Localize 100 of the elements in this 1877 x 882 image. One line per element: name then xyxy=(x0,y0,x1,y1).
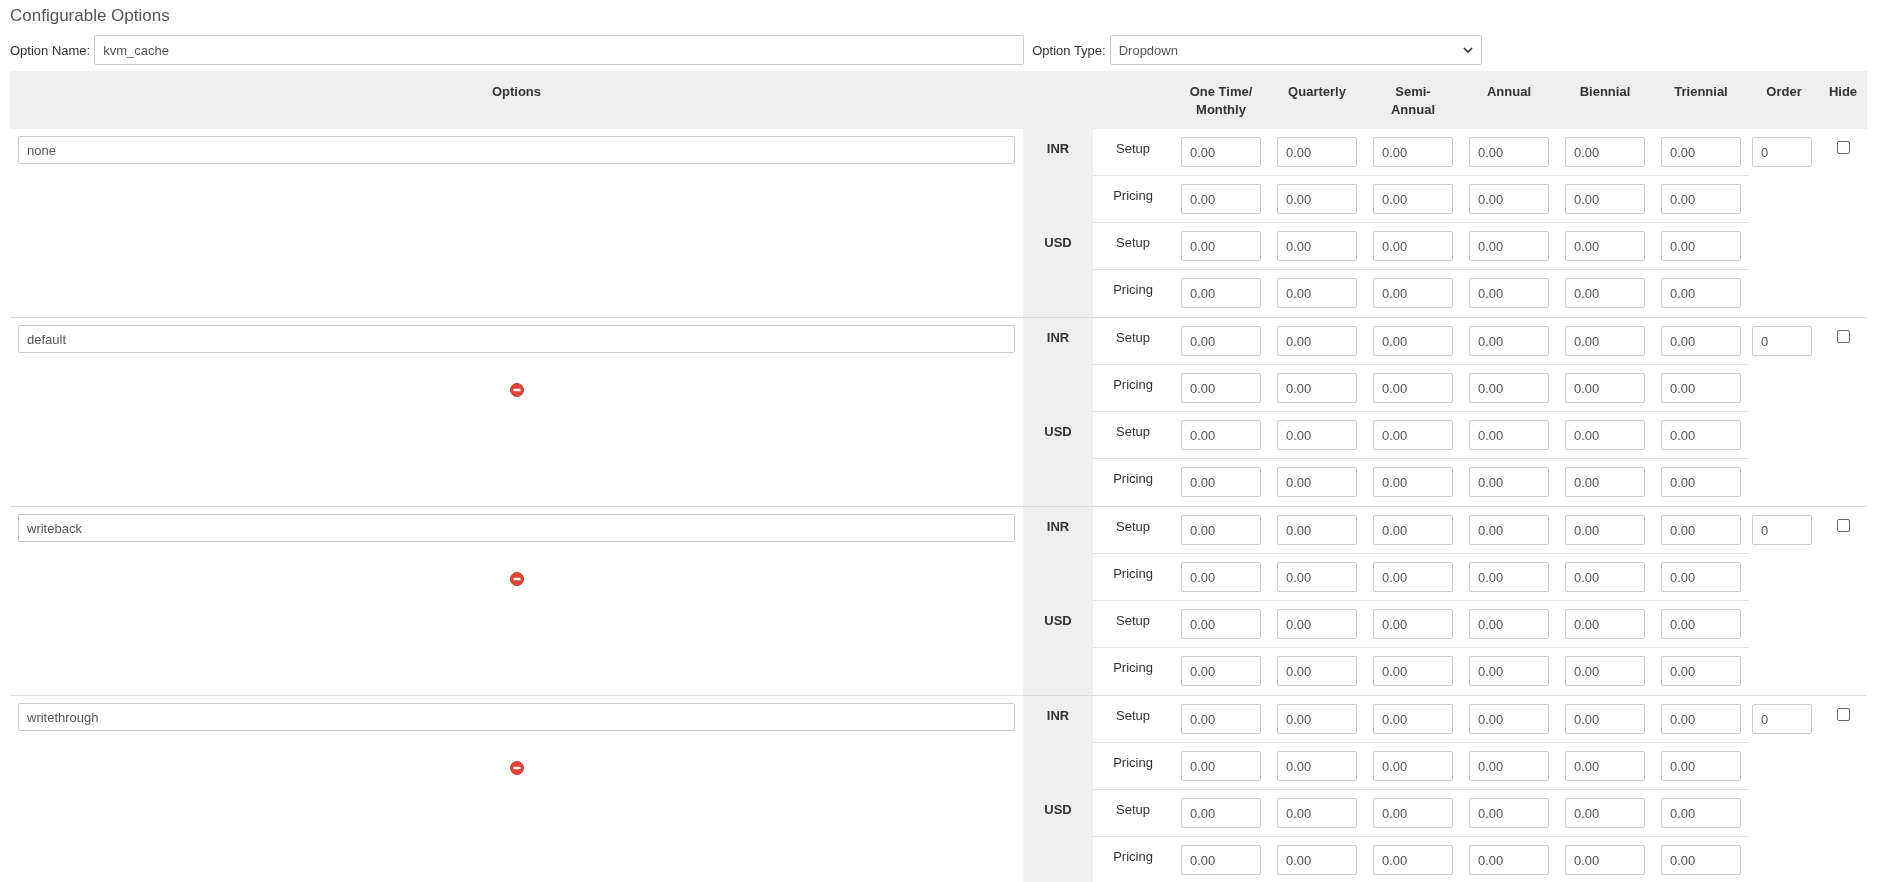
price-field[interactable]: 0.00 xyxy=(1373,751,1453,781)
price-field[interactable]: 0.00 xyxy=(1181,231,1261,261)
price-field[interactable]: 0.00 xyxy=(1469,231,1549,261)
price-field[interactable]: 0.00 xyxy=(1277,467,1357,497)
price-field[interactable]: 0.00 xyxy=(1565,467,1645,497)
price-field[interactable]: 0.00 xyxy=(1277,562,1357,592)
price-field[interactable]: 0.00 xyxy=(1277,656,1357,686)
hide-checkbox[interactable] xyxy=(1836,330,1850,343)
order-field[interactable]: 0 xyxy=(1752,326,1812,356)
price-field[interactable]: 0.00 xyxy=(1373,231,1453,261)
option-value-field[interactable]: none xyxy=(18,136,1015,164)
price-field[interactable]: 0.00 xyxy=(1373,515,1453,545)
option-value-field[interactable]: default xyxy=(18,325,1015,353)
price-field[interactable]: 0.00 xyxy=(1373,845,1453,875)
price-field[interactable]: 0.00 xyxy=(1565,231,1645,261)
price-field[interactable]: 0.00 xyxy=(1373,278,1453,308)
price-field[interactable]: 0.00 xyxy=(1469,184,1549,214)
price-field[interactable]: 0.00 xyxy=(1373,373,1453,403)
price-field[interactable]: 0.00 xyxy=(1277,751,1357,781)
price-field[interactable]: 0.00 xyxy=(1277,798,1357,828)
price-field[interactable]: 0.00 xyxy=(1469,751,1549,781)
price-field[interactable]: 0.00 xyxy=(1277,231,1357,261)
price-field[interactable]: 0.00 xyxy=(1373,798,1453,828)
option-value-field[interactable]: writeback xyxy=(18,514,1015,542)
price-field[interactable]: 0.00 xyxy=(1181,751,1261,781)
price-field[interactable]: 0.00 xyxy=(1661,515,1741,545)
price-field[interactable]: 0.00 xyxy=(1181,420,1261,450)
price-field[interactable]: 0.00 xyxy=(1469,562,1549,592)
price-field[interactable]: 0.00 xyxy=(1469,845,1549,875)
price-field[interactable]: 0.00 xyxy=(1661,751,1741,781)
price-field[interactable]: 0.00 xyxy=(1277,420,1357,450)
price-field[interactable]: 0.00 xyxy=(1469,278,1549,308)
price-field[interactable]: 0.00 xyxy=(1565,751,1645,781)
option-name-field[interactable]: kvm_cache xyxy=(94,35,1025,65)
price-field[interactable]: 0.00 xyxy=(1661,798,1741,828)
price-field[interactable]: 0.00 xyxy=(1469,515,1549,545)
price-field[interactable]: 0.00 xyxy=(1373,137,1453,167)
price-field[interactable]: 0.00 xyxy=(1565,609,1645,639)
price-field[interactable]: 0.00 xyxy=(1277,515,1357,545)
price-field[interactable]: 0.00 xyxy=(1661,420,1741,450)
price-field[interactable]: 0.00 xyxy=(1661,373,1741,403)
price-field[interactable]: 0.00 xyxy=(1661,231,1741,261)
price-field[interactable]: 0.00 xyxy=(1373,326,1453,356)
price-field[interactable]: 0.00 xyxy=(1181,515,1261,545)
price-field[interactable]: 0.00 xyxy=(1661,562,1741,592)
price-field[interactable]: 0.00 xyxy=(1469,704,1549,734)
price-field[interactable]: 0.00 xyxy=(1181,373,1261,403)
price-field[interactable]: 0.00 xyxy=(1181,609,1261,639)
price-field[interactable]: 0.00 xyxy=(1181,656,1261,686)
price-field[interactable]: 0.00 xyxy=(1469,798,1549,828)
price-field[interactable]: 0.00 xyxy=(1373,704,1453,734)
price-field[interactable]: 0.00 xyxy=(1565,184,1645,214)
hide-checkbox[interactable] xyxy=(1836,519,1850,532)
price-field[interactable]: 0.00 xyxy=(1277,373,1357,403)
price-field[interactable]: 0.00 xyxy=(1661,609,1741,639)
price-field[interactable]: 0.00 xyxy=(1373,467,1453,497)
remove-icon[interactable] xyxy=(509,572,524,586)
price-field[interactable]: 0.00 xyxy=(1565,845,1645,875)
price-field[interactable]: 0.00 xyxy=(1277,278,1357,308)
price-field[interactable]: 0.00 xyxy=(1181,467,1261,497)
price-field[interactable]: 0.00 xyxy=(1181,184,1261,214)
price-field[interactable]: 0.00 xyxy=(1181,704,1261,734)
price-field[interactable]: 0.00 xyxy=(1661,184,1741,214)
price-field[interactable]: 0.00 xyxy=(1565,798,1645,828)
price-field[interactable]: 0.00 xyxy=(1565,704,1645,734)
price-field[interactable]: 0.00 xyxy=(1565,656,1645,686)
option-type-dropdown[interactable]: Dropdown xyxy=(1109,35,1482,65)
price-field[interactable]: 0.00 xyxy=(1565,420,1645,450)
price-field[interactable]: 0.00 xyxy=(1565,373,1645,403)
price-field[interactable]: 0.00 xyxy=(1181,562,1261,592)
price-field[interactable]: 0.00 xyxy=(1373,656,1453,686)
option-value-field[interactable]: writethrough xyxy=(18,703,1015,731)
price-field[interactable]: 0.00 xyxy=(1661,137,1741,167)
price-field[interactable]: 0.00 xyxy=(1469,467,1549,497)
price-field[interactable]: 0.00 xyxy=(1565,278,1645,308)
price-field[interactable]: 0.00 xyxy=(1373,609,1453,639)
order-field[interactable]: 0 xyxy=(1752,137,1812,167)
price-field[interactable]: 0.00 xyxy=(1373,184,1453,214)
price-field[interactable]: 0.00 xyxy=(1277,609,1357,639)
price-field[interactable]: 0.00 xyxy=(1469,137,1549,167)
price-field[interactable]: 0.00 xyxy=(1181,278,1261,308)
price-field[interactable]: 0.00 xyxy=(1661,278,1741,308)
order-field[interactable]: 0 xyxy=(1752,704,1812,734)
price-field[interactable]: 0.00 xyxy=(1277,845,1357,875)
price-field[interactable]: 0.00 xyxy=(1277,704,1357,734)
price-field[interactable]: 0.00 xyxy=(1661,845,1741,875)
price-field[interactable]: 0.00 xyxy=(1181,137,1261,167)
order-field[interactable]: 0 xyxy=(1752,515,1812,545)
price-field[interactable]: 0.00 xyxy=(1181,845,1261,875)
hide-checkbox[interactable] xyxy=(1836,141,1850,154)
remove-icon[interactable] xyxy=(509,383,524,397)
price-field[interactable]: 0.00 xyxy=(1469,420,1549,450)
price-field[interactable]: 0.00 xyxy=(1565,562,1645,592)
hide-checkbox[interactable] xyxy=(1836,708,1850,721)
price-field[interactable]: 0.00 xyxy=(1565,137,1645,167)
price-field[interactable]: 0.00 xyxy=(1373,562,1453,592)
price-field[interactable]: 0.00 xyxy=(1277,137,1357,167)
price-field[interactable]: 0.00 xyxy=(1277,326,1357,356)
price-field[interactable]: 0.00 xyxy=(1469,373,1549,403)
price-field[interactable]: 0.00 xyxy=(1469,609,1549,639)
